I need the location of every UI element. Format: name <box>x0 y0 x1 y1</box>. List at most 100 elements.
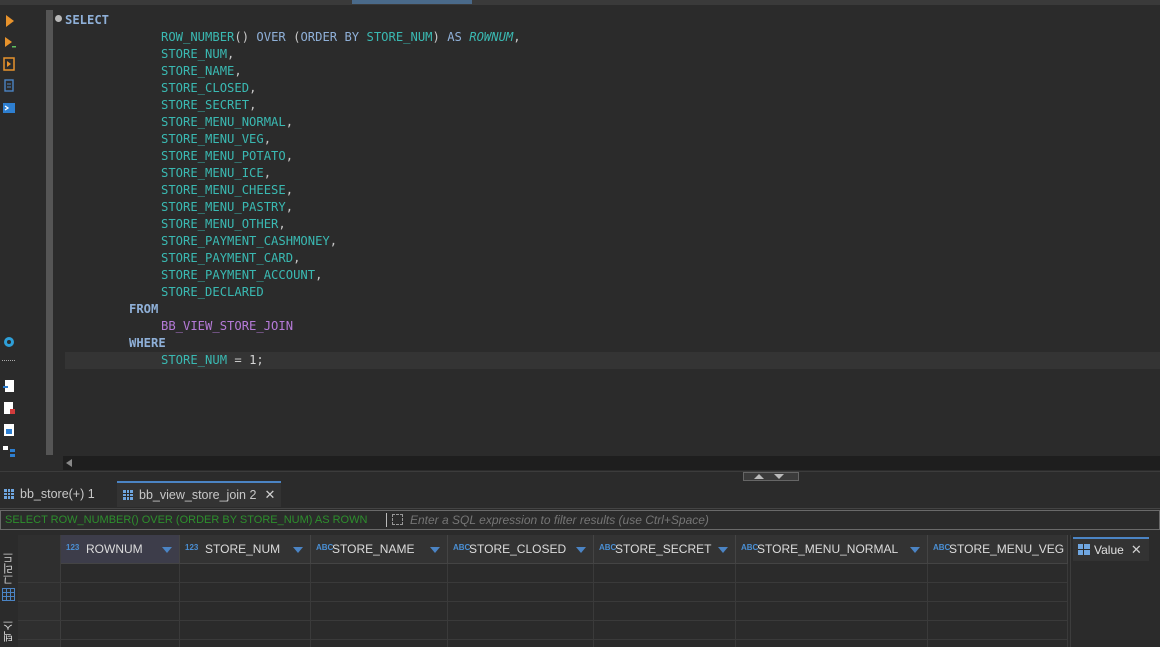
code-line[interactable]: WHERE <box>129 335 166 352</box>
column-filter-dropdown-icon[interactable] <box>718 547 728 553</box>
column-filter-dropdown-icon[interactable] <box>430 547 440 553</box>
console-icon[interactable] <box>2 101 16 115</box>
column-header[interactable]: ABC STORE_MENU_VEG <box>928 535 1068 564</box>
column-header[interactable]: ABC STORE_MENU_NORMAL <box>736 535 928 564</box>
code-line[interactable]: BB_VIEW_STORE_JOIN <box>161 318 293 335</box>
column-filter-dropdown-icon[interactable] <box>293 547 303 553</box>
column-name: STORE_NUM <box>205 542 281 556</box>
code-line[interactable]: ROW_NUMBER() OVER (ORDER BY STORE_NUM) A… <box>161 29 521 46</box>
grid-column-line <box>310 564 311 647</box>
code-line[interactable]: STORE_MENU_OTHER, <box>161 216 286 233</box>
active-editor-tab[interactable] <box>352 0 472 4</box>
grid-row-line <box>18 639 1068 640</box>
code-token: STORE_SECRET <box>161 98 250 112</box>
code-token: , <box>278 217 286 231</box>
code-token: , <box>263 166 272 180</box>
result-view-switcher: 그리드 텍스트 <box>0 535 31 647</box>
grid-view-icon[interactable] <box>2 588 15 601</box>
column-type-icon: 123 <box>66 543 80 552</box>
column-name: STORE_MENU_VEG <box>949 542 1065 556</box>
splitter-handle[interactable] <box>743 472 799 481</box>
code-token: STORE_MENU_CHEESE <box>161 183 286 197</box>
close-icon[interactable]: ✕ <box>1131 539 1142 561</box>
maximize-up-icon[interactable] <box>754 474 764 479</box>
editor-toolbar <box>0 5 18 472</box>
code-line[interactable]: STORE_NAME, <box>161 63 242 80</box>
grid-row-line <box>18 582 1068 583</box>
code-token: , <box>285 149 294 163</box>
tab-bb-view-store-join[interactable]: bb_view_store_join 2 ✕ <box>117 481 281 507</box>
text-view-tab[interactable]: 텍스트 <box>1 615 31 647</box>
code-line[interactable]: STORE_MENU_NORMAL, <box>161 114 293 131</box>
close-icon[interactable]: ✕ <box>264 483 275 507</box>
code-token: SELECT <box>65 13 110 27</box>
code-token: FROM <box>129 302 159 316</box>
filter-sql-preview[interactable]: SELECT ROW_NUMBER() OVER (ORDER BY STORE… <box>5 511 385 529</box>
load-script-icon[interactable] <box>2 79 16 93</box>
filter-input[interactable] <box>410 511 1150 529</box>
transaction-icon[interactable] <box>2 335 16 349</box>
tab-bb-store[interactable]: bb_store(+) 1 <box>4 481 112 507</box>
grid-column-line <box>735 564 736 647</box>
script-icon[interactable] <box>2 423 16 437</box>
code-token: = <box>227 353 250 367</box>
code-line[interactable]: STORE_PAYMENT_CARD, <box>161 250 300 267</box>
value-tab[interactable]: Value ✕ <box>1073 537 1149 561</box>
grid-column-line <box>447 564 448 647</box>
code-line[interactable]: STORE_MENU_CHEESE, <box>161 182 293 199</box>
code-line[interactable]: STORE_PAYMENT_CASHMONEY, <box>161 233 337 250</box>
column-header[interactable]: ABC STORE_NAME <box>311 535 448 564</box>
column-name: STORE_NAME <box>332 542 415 556</box>
value-tab-label: Value <box>1094 543 1124 557</box>
grid-row-line <box>18 620 1068 621</box>
execute-new-tab-icon[interactable] <box>2 36 16 50</box>
explain-plan-icon[interactable] <box>2 57 16 71</box>
code-line[interactable]: STORE_PAYMENT_ACCOUNT, <box>161 267 322 284</box>
code-token: STORE_MENU_OTHER <box>161 217 279 231</box>
code-token: OVER <box>256 30 286 44</box>
column-header[interactable]: ABC STORE_CLOSED <box>448 535 594 564</box>
export-icon[interactable] <box>2 379 16 393</box>
code-line[interactable]: STORE_NUM, <box>161 46 234 63</box>
code-line[interactable]: SELECT <box>65 12 109 29</box>
import-icon[interactable] <box>2 401 16 415</box>
outline-icon[interactable] <box>2 445 16 459</box>
editor-horizontal-scrollbar[interactable] <box>63 456 1160 470</box>
column-filter-dropdown-icon[interactable] <box>910 547 920 553</box>
column-header[interactable]: 123 ROWNUM <box>61 535 180 564</box>
code-token: STORE_DECLARED <box>161 285 264 299</box>
code-line[interactable]: STORE_MENU_POTATO, <box>161 148 293 165</box>
code-line[interactable]: STORE_NUM = 1; <box>161 352 264 369</box>
code-token: STORE_PAYMENT_ACCOUNT <box>161 268 316 282</box>
code-line[interactable]: STORE_SECRET, <box>161 97 256 114</box>
grid-column-line <box>927 564 928 647</box>
code-line[interactable]: STORE_CLOSED, <box>161 80 256 97</box>
filter-bar: SELECT ROW_NUMBER() OVER (ORDER BY STORE… <box>0 510 1160 530</box>
value-panel-icon <box>1078 544 1090 555</box>
fold-marker-icon[interactable] <box>55 15 62 22</box>
code-token: ORDER BY <box>300 30 360 44</box>
grid-view-tab[interactable]: 그리드 <box>1 547 17 591</box>
execute-icon[interactable] <box>2 14 16 28</box>
grid-column-line <box>1067 564 1068 647</box>
maximize-down-icon[interactable] <box>774 474 784 479</box>
column-header[interactable]: ABC STORE_SECRET <box>594 535 736 564</box>
panel-splitter[interactable] <box>0 471 1160 481</box>
column-name: STORE_MENU_NORMAL <box>757 542 899 556</box>
code-token: STORE_CLOSED <box>161 81 250 95</box>
column-type-icon: ABC <box>933 543 951 552</box>
code-line[interactable]: STORE_MENU_VEG, <box>161 131 271 148</box>
code-line[interactable]: STORE_MENU_ICE, <box>161 165 271 182</box>
column-filter-dropdown-icon[interactable] <box>162 547 172 553</box>
tab-label: bb_store(+) 1 <box>20 487 95 501</box>
column-filter-dropdown-icon[interactable] <box>576 547 586 553</box>
code-line[interactable]: STORE_DECLARED <box>161 284 264 301</box>
code-line[interactable]: STORE_MENU_PASTRY, <box>161 199 293 216</box>
scroll-left-icon[interactable] <box>66 459 72 467</box>
code-line[interactable]: FROM <box>129 301 158 318</box>
code-token: AS <box>447 30 462 44</box>
sql-editor[interactable]: SELECT ROW_NUMBER() OVER (ORDER BY STORE_… <box>55 10 1160 455</box>
code-token: , <box>285 200 294 214</box>
column-header[interactable]: 123 STORE_NUM <box>180 535 311 564</box>
filter-expand-icon[interactable] <box>392 514 403 525</box>
